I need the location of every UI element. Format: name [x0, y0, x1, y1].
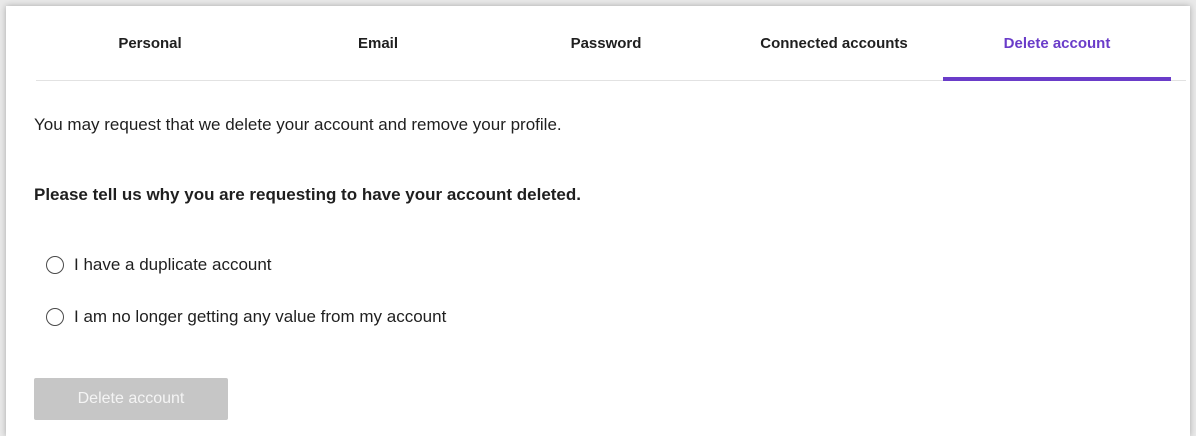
- intro-text: You may request that we delete your acco…: [34, 115, 562, 134]
- settings-tabs: Personal Email Password Connected accoun…: [36, 6, 1186, 81]
- reason-option-no-value[interactable]: I am no longer getting any value from my…: [46, 307, 446, 327]
- tab-email[interactable]: Email: [264, 6, 492, 80]
- radio-button[interactable]: [46, 256, 64, 274]
- reason-option-duplicate[interactable]: I have a duplicate account: [46, 255, 272, 275]
- radio-button[interactable]: [46, 308, 64, 326]
- tab-personal[interactable]: Personal: [36, 6, 264, 80]
- tab-delete-account[interactable]: Delete account: [943, 6, 1171, 81]
- delete-account-button[interactable]: Delete account: [34, 378, 228, 420]
- tab-password[interactable]: Password: [492, 6, 720, 80]
- reason-option-label: I have a duplicate account: [74, 255, 272, 274]
- tab-connected-accounts[interactable]: Connected accounts: [720, 6, 948, 80]
- reason-option-label: I am no longer getting any value from my…: [74, 307, 447, 326]
- account-settings-panel: Personal Email Password Connected accoun…: [6, 6, 1190, 436]
- deletion-reason-question: Please tell us why you are requesting to…: [34, 185, 581, 204]
